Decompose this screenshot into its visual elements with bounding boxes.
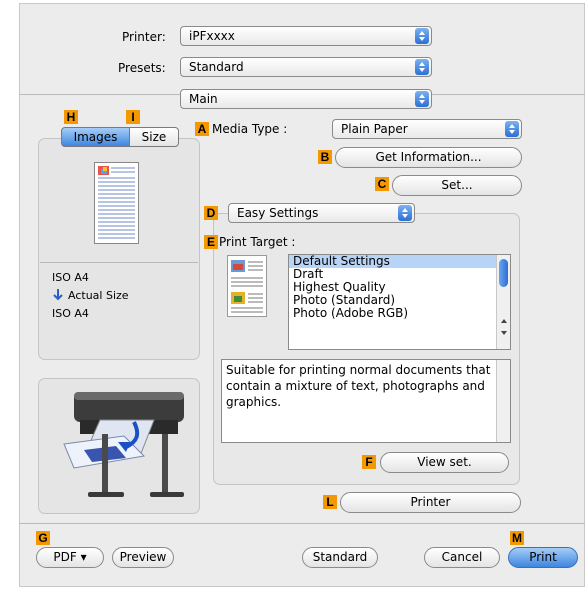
print-target-list[interactable]: Default Settings Draft Highest Quality P… [288,254,511,350]
scroll-up-icon[interactable] [499,315,509,325]
print-target-label: Print Target : [219,235,296,249]
presets-select-value: Standard [189,60,244,74]
panel-select-value: Main [189,92,218,106]
printer-select[interactable]: iPFxxxx [180,26,432,46]
tab-size[interactable]: Size [129,127,179,147]
list-item[interactable]: Photo (Adobe RGB) [289,307,510,320]
description-text: Suitable for printing normal documents t… [226,363,491,409]
print-button[interactable]: Print [508,547,578,568]
marker-b: B [318,150,332,164]
get-information-button[interactable]: Get Information... [335,147,522,168]
marker-a: A [195,122,209,136]
marker-e: E [204,235,218,249]
printer-select-value: iPFxxxx [189,29,235,43]
media-type-label: Media Type : [212,122,288,136]
panel-select[interactable]: Main [180,89,432,109]
separator [19,523,585,524]
scroll-down-icon[interactable] [499,327,509,337]
marker-g: G [36,531,50,545]
marker-i: I [126,110,140,124]
printer-label: Printer: [122,30,166,44]
updown-arrows-icon [415,91,429,107]
cancel-button[interactable]: Cancel [424,547,500,568]
source-size: ISO A4 [52,271,89,284]
presets-label: Presets: [118,61,166,75]
printer-button[interactable]: Printer [340,492,521,513]
marker-h: H [64,110,78,124]
page-thumbnail [94,162,139,244]
view-set-button[interactable]: View set. [380,452,509,473]
media-type-select-value: Plain Paper [341,122,408,136]
separator [40,262,198,263]
output-size: ISO A4 [52,307,89,320]
updown-arrows-icon [505,121,519,137]
tab-images[interactable]: Images [61,127,130,147]
printer-illustration-icon [44,384,194,508]
updown-arrows-icon [398,205,412,221]
list-scrollbar[interactable] [496,255,510,349]
scaling-value: Actual Size [68,289,129,302]
description-scrollbar[interactable] [496,360,510,442]
marker-c: C [375,177,389,191]
media-type-select[interactable]: Plain Paper [332,119,522,139]
set-button[interactable]: Set... [392,175,522,196]
marker-d: D [204,206,218,220]
marker-m: M [510,531,524,545]
print-target-preview-icon [227,255,267,317]
marker-l: L [323,495,337,509]
scrollbar-thumb[interactable] [499,259,508,287]
updown-arrows-icon [415,59,429,75]
preview-button[interactable]: Preview [112,547,174,568]
presets-select[interactable]: Standard [180,57,432,77]
pdf-button[interactable]: PDF ▾ [36,547,104,568]
updown-arrows-icon [415,28,429,44]
down-arrow-icon [52,288,66,302]
standard-button[interactable]: Standard [302,547,378,568]
description-box: Suitable for printing normal documents t… [221,359,511,443]
easy-settings-select-value: Easy Settings [237,206,319,220]
marker-f: F [362,455,376,469]
easy-settings-select[interactable]: Easy Settings [228,203,415,223]
